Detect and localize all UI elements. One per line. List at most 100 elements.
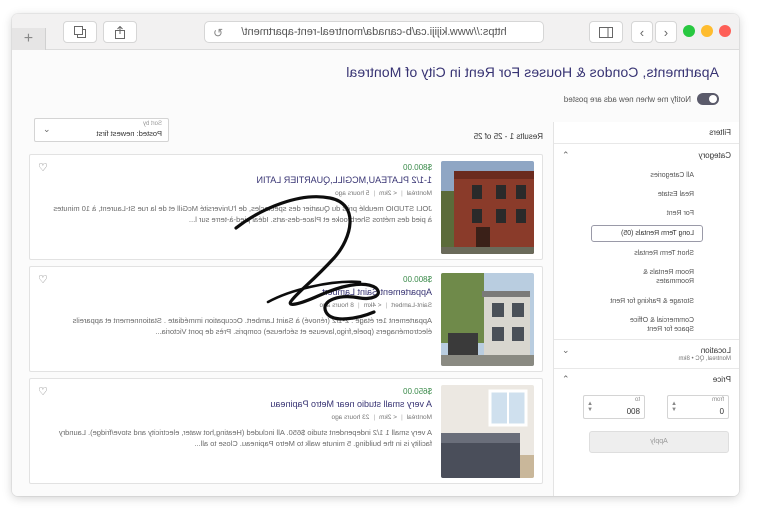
listing-meta: Montréal | < 2km | 5 hours ago [335,190,432,197]
notify-toggle[interactable] [697,93,719,105]
price-heading: Price [712,375,731,385]
studio-room-image [441,385,534,478]
mirrored-screenshot: ‹ › https://www.kijiji.ca/b-canada/montr… [0,0,757,512]
chevron-right-icon: › [639,24,645,40]
listing-meta: Saint-Lambert | < 4km | 8 hours ago [320,302,432,309]
address-bar[interactable]: https://www.kijiji.ca/b-canada/montreal-… [204,21,544,43]
listing-location: Montréal [406,414,432,421]
listing-distance: < 2km [379,190,397,197]
listing-card[interactable]: $800.00 1-1/2 PLATEAU,MCGILL,QUARTIER LA… [29,154,543,260]
location-value: Montreal, QC • 8km [678,355,731,362]
price-to-value: 800 [626,406,640,416]
listing-card[interactable]: $800.00 Appartement Saint Lambert Saint-… [29,266,543,372]
price-range: from 0 ▲ ▼ to 800 ▲ ▼ [554,391,739,423]
results-count: Results 1 - 25 of 25 [473,132,543,141]
meta-separator: | [373,190,376,197]
category-long-term-rentals[interactable]: Long Term Rentals (05) [591,225,703,243]
tabs-overview-button[interactable] [63,21,97,43]
meta-separator: | [401,190,403,197]
favorite-heart-icon[interactable]: ♡ [38,161,48,174]
close-window-button[interactable] [719,25,731,37]
notify-label: Notify me when new ads are posted [563,94,691,104]
house-image [441,273,534,366]
price-to-input[interactable]: to 800 ▲ ▼ [583,394,645,419]
filters-sidebar: Filters Category ⌃ All Categories Real E… [553,122,739,496]
chevron-up-icon: ⌃ [562,374,570,385]
category-heading: Category [698,150,731,160]
listing-title[interactable]: 1-1/2 PLATEAU,MCGILL,QUARTIER LATIN [256,175,432,185]
price-section-header[interactable]: Price ⌃ [554,369,739,391]
listing-card[interactable]: $650.00 A very small studio near Metro P… [29,378,543,484]
category-storage-parking[interactable]: Storage & Parking for Rent [609,292,739,311]
listing-description: JOLI STUDIO meublé près du Quartier des … [53,204,432,224]
plus-icon: + [23,30,34,47]
category-all[interactable]: All Categories [554,166,739,185]
category-room-rentals[interactable]: Room Rentals & Roommates [609,263,739,291]
brick-building-image [441,161,534,254]
listing-price: $800.00 [403,163,432,172]
listing-description: A very small 1 1/2 independent studio $6… [58,428,432,448]
apply-button[interactable]: Apply [589,430,729,453]
listing-distance: < 2km [379,414,397,421]
tabs-icon [74,26,87,38]
meta-separator: | [357,302,360,309]
zoom-window-button[interactable] [683,25,695,37]
listing-price: $650.00 [403,387,432,396]
listing-posted: 5 hours ago [335,190,370,197]
stepper-icon[interactable]: ▲ ▼ [587,401,593,413]
browser-window: ‹ › https://www.kijiji.ca/b-canada/montr… [12,14,739,496]
stepper-icon[interactable]: ▲ ▼ [671,401,677,413]
price-from-value: 0 [719,406,724,416]
favorite-heart-icon[interactable]: ♡ [38,273,48,286]
meta-separator: | [385,302,388,309]
meta-separator: | [373,414,376,421]
meta-separator: | [401,414,403,421]
listing-photo[interactable] [441,273,534,366]
listing-photo[interactable] [441,161,534,254]
web-page: Apartments, Condos & Houses For Rent in … [12,50,739,496]
category-short-term-rentals[interactable]: Short Term Rentals [554,244,739,263]
category-for-rent[interactable]: For Rent [554,204,739,223]
category-section-header[interactable]: Category ⌃ [554,144,739,166]
location-heading: Location [700,346,731,356]
listing-posted: 23 hours ago [331,414,370,421]
listing-description: Appartement 1er étage : 2-1/2 (rénové) à… [72,316,432,336]
share-icon [115,25,125,39]
listing-title[interactable]: Appartement Saint Lambert [322,287,432,297]
listing-distance: < 4km [363,302,382,309]
browser-toolbar: ‹ › https://www.kijiji.ca/b-canada/montr… [12,14,739,50]
listing-location: Saint-Lambert [391,302,432,309]
listing-photo[interactable] [441,385,534,478]
back-button[interactable]: ‹ [655,21,677,43]
window-controls [683,25,731,37]
listing-title[interactable]: A very small studio near Metro Papineau [270,399,432,409]
page-title: Apartments, Condos & Houses For Rent in … [346,64,719,80]
forward-button[interactable]: › [631,21,653,43]
category-commercial-office[interactable]: Commercial & Office Space for Rent [609,311,739,339]
category-real-estate[interactable]: Real Estate [554,185,739,204]
price-to-caption: to [634,396,640,403]
chevron-left-icon: ‹ [663,24,669,40]
share-button[interactable] [103,21,137,43]
listing-posted: 8 hours ago [319,302,354,309]
reload-icon[interactable]: ↻ [213,26,223,40]
sidebar-toggle-button[interactable] [589,21,623,43]
price-from-input[interactable]: from 0 ▲ ▼ [667,394,729,419]
listing-meta: Montréal | < 2km | 23 hours ago [331,414,432,421]
new-tab-button[interactable]: + [12,28,46,50]
notify-toggle-row: Notify me when new ads are posted [564,93,719,105]
url-text: https://www.kijiji.ca/b-canada/montreal-… [241,26,507,38]
listing-price: $800.00 [403,275,432,284]
listing-location: Montréal [406,190,432,197]
chevron-down-icon: ⌄ [562,345,570,356]
price-from-caption: from [712,396,724,403]
sidebar-icon [599,26,613,38]
sort-value: Posted: newest first [96,129,162,138]
sort-select[interactable]: Sort by Posted: newest first ⌄ [34,118,169,142]
chevron-up-icon: ⌃ [562,149,570,160]
sort-caption: Sort by [142,121,162,127]
chevron-down-icon: ⌄ [43,124,51,134]
minimize-window-button[interactable] [701,25,713,37]
filters-heading: Filters [554,122,739,144]
favorite-heart-icon[interactable]: ♡ [38,385,48,398]
